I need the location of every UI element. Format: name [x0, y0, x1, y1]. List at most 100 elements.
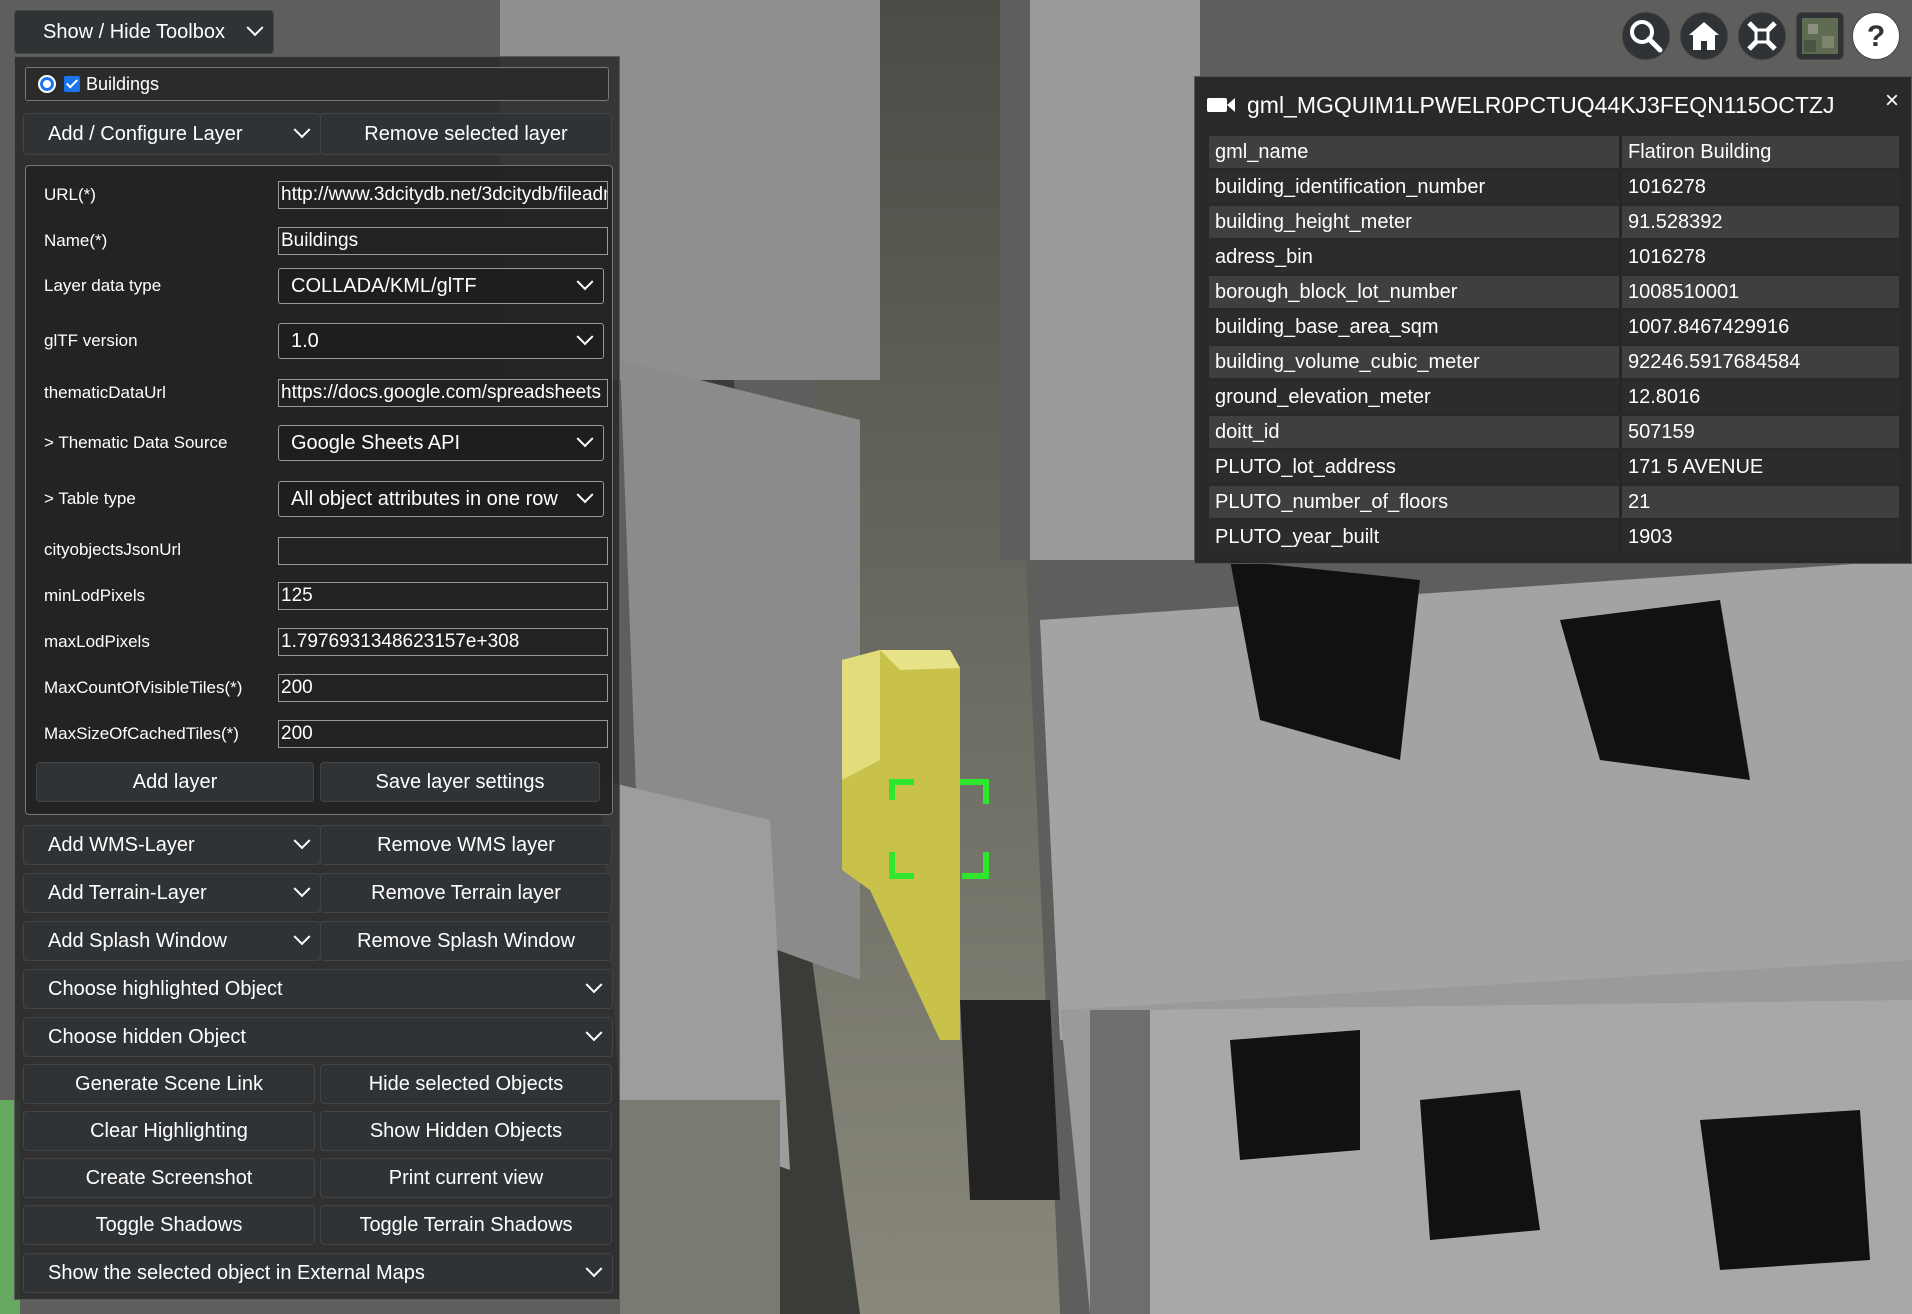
- layer-name-label: Buildings: [86, 73, 160, 94]
- attribute-key: adress_bin: [1209, 241, 1622, 273]
- help-icon: ?: [1867, 20, 1885, 53]
- external-maps-dropdown[interactable]: Show the selected object in External Map…: [23, 1253, 613, 1293]
- attribute-key: building_base_area_sqm: [1209, 311, 1622, 343]
- table-type-select[interactable]: All object attributes in one row: [278, 481, 604, 517]
- max-lod-pixels-input[interactable]: 1.7976931348623157e+308: [278, 628, 608, 656]
- toggle-terrain-shadows-button[interactable]: Toggle Terrain Shadows: [320, 1205, 612, 1245]
- max-count-visible-tiles-label: MaxCountOfVisibleTiles(*): [44, 678, 243, 697]
- table-row: PLUTO_number_of_floors 21: [1209, 486, 1899, 518]
- thematic-source-label: > Thematic Data Source: [44, 433, 228, 452]
- thematic-source-select[interactable]: Google Sheets API: [278, 425, 604, 461]
- table-row: PLUTO_lot_address 171 5 AVENUE: [1209, 451, 1899, 483]
- svg-text:?: ?: [1867, 20, 1885, 53]
- attribute-value: 12.8016: [1622, 381, 1899, 413]
- table-row: building_identification_number 1016278: [1209, 171, 1899, 203]
- chevron-down-icon: [576, 486, 594, 504]
- table-row: PLUTO_year_built 1903: [1209, 521, 1899, 553]
- attribute-key: PLUTO_year_built: [1209, 521, 1622, 553]
- attribute-value: 1007.8467429916: [1622, 311, 1899, 343]
- attribute-key: building_height_meter: [1209, 206, 1622, 238]
- print-current-view-button[interactable]: Print current view: [320, 1158, 612, 1198]
- remove-terrain-layer-button[interactable]: Remove Terrain layer: [320, 873, 612, 913]
- table-type-value: All object attributes in one row: [291, 487, 558, 510]
- table-row: building_base_area_sqm 1007.8467429916: [1209, 311, 1899, 343]
- help-button[interactable]: ?: [1852, 12, 1900, 60]
- camera-icon[interactable]: [1207, 94, 1237, 116]
- attribute-value: 92246.5917684584: [1622, 346, 1899, 378]
- chevron-down-icon: [585, 976, 603, 994]
- add-wms-layer-label: Add WMS-Layer: [48, 833, 195, 856]
- scene-mode-button[interactable]: [1738, 12, 1786, 60]
- url-input[interactable]: http://www.3dcitydb.net/3dcitydb/fileadm…: [278, 181, 608, 209]
- gltf-version-value: 1.0: [291, 329, 319, 352]
- min-lod-pixels-label: minLodPixels: [44, 586, 146, 605]
- chevron-down-icon: [293, 928, 311, 946]
- min-lod-pixels-input[interactable]: 125: [278, 582, 608, 610]
- remove-splash-window-button[interactable]: Remove Splash Window: [320, 921, 612, 961]
- home-button[interactable]: [1680, 12, 1728, 60]
- attribute-key: gml_name: [1209, 136, 1622, 168]
- selection-info-box: gml_MGQUIM1LPWELR0PCTUQ44KJ3FEQN115OCTZJ…: [1194, 76, 1912, 564]
- gltf-version-select[interactable]: 1.0: [278, 323, 604, 359]
- add-wms-layer-dropdown[interactable]: Add WMS-Layer: [23, 825, 321, 865]
- search-button[interactable]: [1622, 12, 1670, 60]
- table-row: doitt_id 507159: [1209, 416, 1899, 448]
- max-size-cached-tiles-label: MaxSizeOfCachedTiles(*): [44, 724, 239, 743]
- toolbox-toggle-label: Show / Hide Toolbox: [43, 20, 225, 43]
- layer-visibility-checkbox[interactable]: [64, 76, 80, 92]
- add-layer-button[interactable]: Add layer: [36, 762, 314, 802]
- chevron-down-icon: [246, 19, 264, 37]
- max-count-visible-tiles-input[interactable]: 200: [278, 674, 608, 702]
- thematic-data-url-label: thematicDataUrl: [44, 383, 166, 402]
- external-maps-label: Show the selected object in External Map…: [48, 1261, 425, 1284]
- chevron-down-icon: [576, 273, 594, 291]
- table-row: building_volume_cubic_meter 92246.5917684…: [1209, 346, 1899, 378]
- layer-data-type-select[interactable]: COLLADA/KML/glTF: [278, 268, 604, 304]
- max-size-cached-tiles-input[interactable]: 200: [278, 720, 608, 748]
- table-row: building_height_meter 91.528392: [1209, 206, 1899, 238]
- attribute-value: 171 5 AVENUE: [1622, 451, 1899, 483]
- create-screenshot-button[interactable]: Create Screenshot: [23, 1158, 315, 1198]
- choose-highlighted-object-dropdown[interactable]: Choose highlighted Object: [23, 969, 613, 1009]
- layer-data-type-value: COLLADA/KML/glTF: [291, 274, 477, 297]
- add-configure-layer-dropdown[interactable]: Add / Configure Layer: [23, 113, 321, 155]
- search-icon: [1630, 20, 1663, 53]
- attribute-value: 1016278: [1622, 241, 1899, 273]
- attribute-value: 21: [1622, 486, 1899, 518]
- table-row: adress_bin 1016278: [1209, 241, 1899, 273]
- add-terrain-layer-dropdown[interactable]: Add Terrain-Layer: [23, 873, 321, 913]
- attribute-value: 1903: [1622, 521, 1899, 553]
- thematic-data-url-input[interactable]: https://docs.google.com/spreadsheets: [278, 379, 608, 407]
- attribute-key: borough_block_lot_number: [1209, 276, 1622, 308]
- add-terrain-layer-label: Add Terrain-Layer: [48, 881, 207, 904]
- attribute-key: ground_elevation_meter: [1209, 381, 1622, 413]
- max-lod-pixels-label: maxLodPixels: [44, 632, 150, 651]
- remove-wms-layer-button[interactable]: Remove WMS layer: [320, 825, 612, 865]
- home-icon: [1689, 22, 1719, 50]
- choose-highlighted-object-label: Choose highlighted Object: [48, 977, 283, 1000]
- remove-selected-layer-button[interactable]: Remove selected layer: [320, 113, 612, 155]
- show-hidden-objects-button[interactable]: Show Hidden Objects: [320, 1111, 612, 1151]
- clear-highlighting-button[interactable]: Clear Highlighting: [23, 1111, 315, 1151]
- name-input[interactable]: Buildings: [278, 227, 608, 255]
- attribute-key: building_identification_number: [1209, 171, 1622, 203]
- close-icon[interactable]: ×: [1885, 87, 1899, 115]
- table-row: gml_name Flatiron Building: [1209, 136, 1899, 168]
- save-layer-settings-button[interactable]: Save layer settings: [320, 762, 600, 802]
- chevron-down-icon: [293, 880, 311, 898]
- attribute-value: Flatiron Building: [1622, 136, 1899, 168]
- add-splash-window-dropdown[interactable]: Add Splash Window: [23, 921, 321, 961]
- attribute-value: 1008510001: [1622, 276, 1899, 308]
- cityobjects-json-url-input[interactable]: [278, 537, 608, 565]
- layer-list-item-buildings[interactable]: Buildings: [25, 67, 609, 101]
- add-splash-window-label: Add Splash Window: [48, 929, 227, 952]
- toolbox-toggle-button[interactable]: Show / Hide Toolbox: [14, 10, 274, 54]
- chevron-down-icon: [293, 832, 311, 850]
- generate-scene-link-button[interactable]: Generate Scene Link: [23, 1064, 315, 1104]
- choose-hidden-object-dropdown[interactable]: Choose hidden Object: [23, 1017, 613, 1057]
- toggle-shadows-button[interactable]: Toggle Shadows: [23, 1205, 315, 1245]
- base-layer-picker-button[interactable]: [1796, 12, 1844, 60]
- thematic-source-value: Google Sheets API: [291, 431, 461, 454]
- hide-selected-objects-button[interactable]: Hide selected Objects: [320, 1064, 612, 1104]
- layer-radio-button[interactable]: [38, 75, 56, 93]
